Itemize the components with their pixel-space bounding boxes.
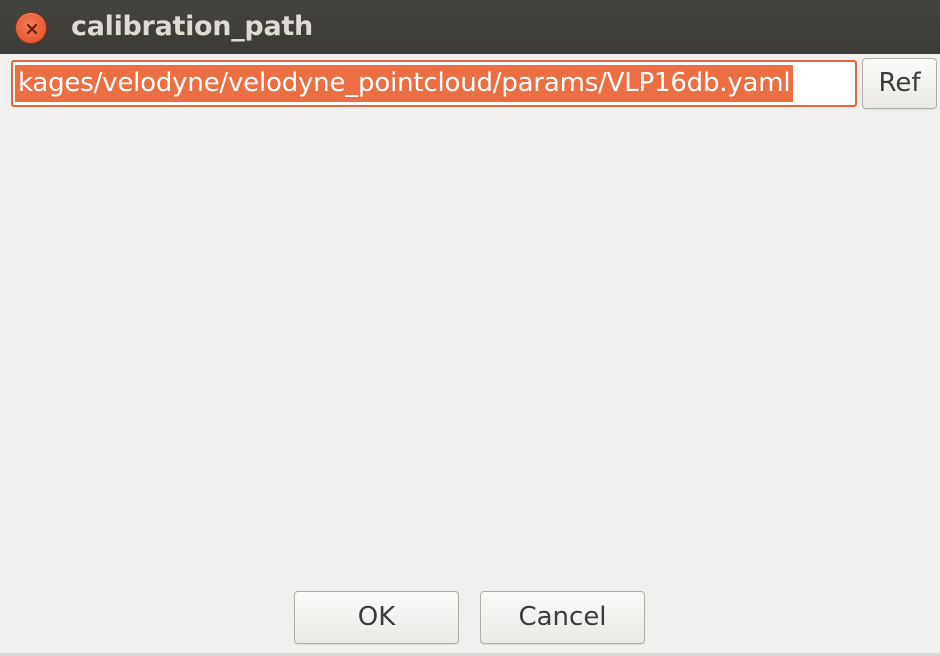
ok-button[interactable]: OK [294,591,459,644]
ref-button[interactable]: Ref [862,58,937,109]
close-icon [26,23,38,35]
title-bar[interactable]: calibration_path [0,0,940,54]
cancel-button[interactable]: Cancel [480,591,645,644]
calibration-path-input[interactable]: kages/velodyne/velodyne_pointcloud/param… [11,60,857,107]
window-title: calibration_path [71,11,313,42]
close-button[interactable] [15,12,47,44]
selected-path-text[interactable]: kages/velodyne/velodyne_pointcloud/param… [15,65,794,102]
dialog-window: calibration_path kages/velodyne/velodyne… [0,0,940,656]
